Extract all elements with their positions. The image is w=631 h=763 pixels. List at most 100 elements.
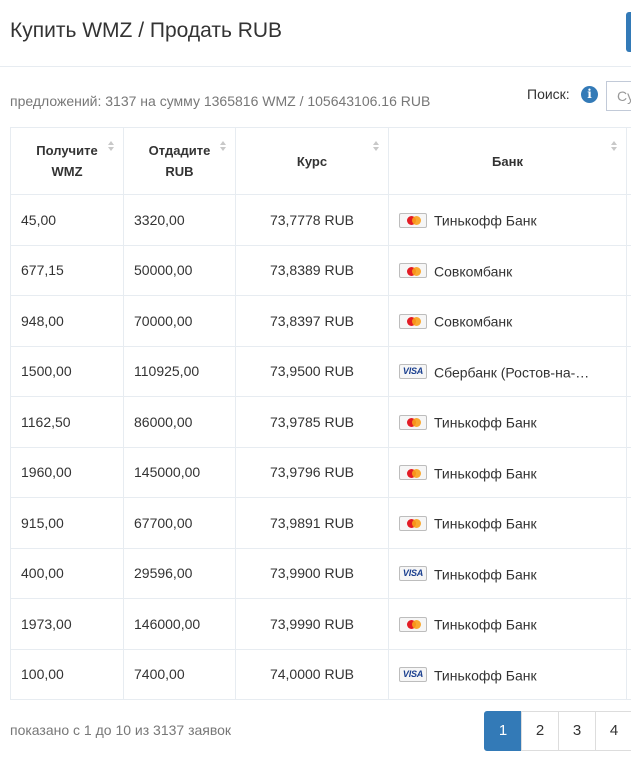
cell-give: 67700,00 (123, 497, 236, 549)
cell-bank: Тинькофф Банк (388, 497, 627, 549)
bank-name: Сбербанк (Ростов-на-… (434, 363, 590, 380)
page-button-1[interactable]: 1 (484, 711, 522, 751)
table-row[interactable]: 915,00 67700,00 73,9891 RUB Тинькофф Банк (10, 497, 631, 549)
mastercard-icon (399, 313, 427, 329)
column-header-label: Курс (296, 153, 328, 169)
column-header-rate[interactable]: Курс (235, 127, 389, 195)
page-button-4[interactable]: 4 (595, 711, 631, 751)
cell-give: 86000,00 (123, 396, 236, 448)
table-row[interactable]: 400,00 29596,00 73,9900 RUB VISA Тинькофф Ба… (10, 547, 631, 599)
cell-extra (626, 598, 631, 650)
mastercard-icon (399, 465, 427, 481)
table-row[interactable]: 1162,50 86000,00 73,9785 RUB Тинькофф Банк (10, 396, 631, 448)
cell-receive: 100,00 (10, 648, 124, 700)
mastercard-icon (399, 616, 427, 632)
mastercard-icon (399, 263, 427, 279)
cell-rate-link[interactable]: 73,9891 RUB (235, 497, 389, 549)
search-label: Поиск: (527, 86, 570, 102)
search-input[interactable] (606, 81, 631, 111)
cell-extra (626, 345, 631, 397)
page-header: Купить WMZ / Продать RUB (0, 0, 631, 67)
table-row[interactable]: 948,00 70000,00 73,8397 RUB Совкомбанк (10, 295, 631, 347)
cell-bank: Тинькофф Банк (388, 598, 627, 650)
cell-rate-link[interactable]: 73,9785 RUB (235, 396, 389, 448)
column-header-bank[interactable]: Банк (388, 127, 627, 195)
cell-receive: 400,00 (10, 547, 124, 599)
bank-name: Тинькофф Банк (434, 616, 537, 633)
table-row[interactable]: 45,00 3320,00 73,7778 RUB Тинькофф Банк (10, 194, 631, 246)
cell-give: 70000,00 (123, 295, 236, 347)
bank-name: Тинькофф Банк (434, 212, 537, 229)
offers-table: Получите WMZ Отдадите RUB Курс Банк 45,0… (10, 127, 631, 700)
cell-receive: 948,00 (10, 295, 124, 347)
sort-icon (220, 141, 227, 153)
mastercard-icon (399, 212, 427, 228)
visa-card-icon: VISA (399, 364, 427, 380)
table-row[interactable]: 677,15 50000,00 73,8389 RUB Совкомбанк (10, 244, 631, 296)
table-row[interactable]: 1973,00 146000,00 73,9990 RUB Тинькофф Банк (10, 598, 631, 650)
cell-receive: 677,15 (10, 244, 124, 296)
table-header-row: Получите WMZ Отдадите RUB Курс Банк (10, 127, 631, 195)
bank-name: Совкомбанк (434, 313, 513, 330)
cell-receive: 45,00 (10, 194, 124, 246)
cell-bank: Тинькофф Банк (388, 194, 627, 246)
cell-give: 110925,00 (123, 345, 236, 397)
cell-receive: 1960,00 (10, 446, 124, 498)
column-header-give[interactable]: Отдадите RUB (123, 127, 236, 195)
cell-give: 3320,00 (123, 194, 236, 246)
mastercard-icon (399, 414, 427, 430)
cell-rate-link[interactable]: 74,0000 RUB (235, 648, 389, 700)
column-header-label: Отдадите RUB (148, 143, 211, 179)
table-info: показано с 1 до 10 из 3137 заявок (10, 722, 232, 738)
cell-give: 146000,00 (123, 598, 236, 650)
bank-name: Тинькофф Банк (434, 515, 537, 532)
table-row[interactable]: 1500,00 110925,00 73,9500 RUB VISA Сбербанк … (10, 345, 631, 397)
cell-give: 29596,00 (123, 547, 236, 599)
bank-name: Тинькофф Банк (434, 464, 537, 481)
cell-rate-link[interactable]: 73,9900 RUB (235, 547, 389, 599)
bank-name: Тинькофф Банк (434, 666, 537, 683)
cell-receive: 1162,50 (10, 396, 124, 448)
table-row[interactable]: 1960,00 145000,00 73,9796 RUB Тинькофф Банк (10, 446, 631, 498)
cell-extra (626, 244, 631, 296)
cell-extra (626, 446, 631, 498)
sort-icon (373, 141, 380, 153)
cell-rate-link[interactable]: 73,9796 RUB (235, 446, 389, 498)
cell-receive: 915,00 (10, 497, 124, 549)
cell-receive: 1500,00 (10, 345, 124, 397)
bank-name: Тинькофф Банк (434, 565, 537, 582)
offers-summary: предложений: 3137 на сумму 1365816 WMZ /… (10, 93, 431, 109)
column-header-label: Получите WMZ (36, 143, 98, 179)
cell-bank: Совкомбанк (388, 244, 627, 296)
cell-extra (626, 648, 631, 700)
cell-give: 50000,00 (123, 244, 236, 296)
column-header-receive[interactable]: Получите WMZ (10, 127, 124, 195)
info-icon[interactable]: i (581, 86, 598, 103)
cell-rate-link[interactable]: 73,7778 RUB (235, 194, 389, 246)
table-row[interactable]: 100,00 7400,00 74,0000 RUB VISA Тинькофф Бан… (10, 648, 631, 700)
cell-extra (626, 194, 631, 246)
visa-card-icon: VISA (399, 667, 427, 683)
cell-rate-link[interactable]: 73,9990 RUB (235, 598, 389, 650)
cell-rate-link[interactable]: 73,9500 RUB (235, 345, 389, 397)
column-header-extra (626, 127, 631, 195)
pagination: 1234 (484, 711, 631, 751)
cell-bank: Тинькофф Банк (388, 446, 627, 498)
cell-receive: 1973,00 (10, 598, 124, 650)
sort-icon (611, 141, 618, 153)
column-header-label: Банк (492, 153, 523, 169)
cell-rate-link[interactable]: 73,8397 RUB (235, 295, 389, 347)
cell-rate-link[interactable]: 73,8389 RUB (235, 244, 389, 296)
page-button-3[interactable]: 3 (558, 711, 596, 751)
cell-give: 7400,00 (123, 648, 236, 700)
page-title: Купить WMZ / Продать RUB (10, 19, 283, 42)
header-action-button[interactable] (626, 12, 631, 52)
page-button-2[interactable]: 2 (521, 711, 559, 751)
cell-extra (626, 547, 631, 599)
mastercard-icon (399, 515, 427, 531)
cell-bank: VISA Сбербанк (Ростов-на-… (388, 345, 627, 397)
cell-bank: VISA Тинькофф Банк (388, 648, 627, 700)
cell-give: 145000,00 (123, 446, 236, 498)
cell-bank: VISA Тинькофф Банк (388, 547, 627, 599)
offers-table-body: 45,00 3320,00 73,7778 RUB Тинькофф Банк 677,… (10, 194, 631, 700)
